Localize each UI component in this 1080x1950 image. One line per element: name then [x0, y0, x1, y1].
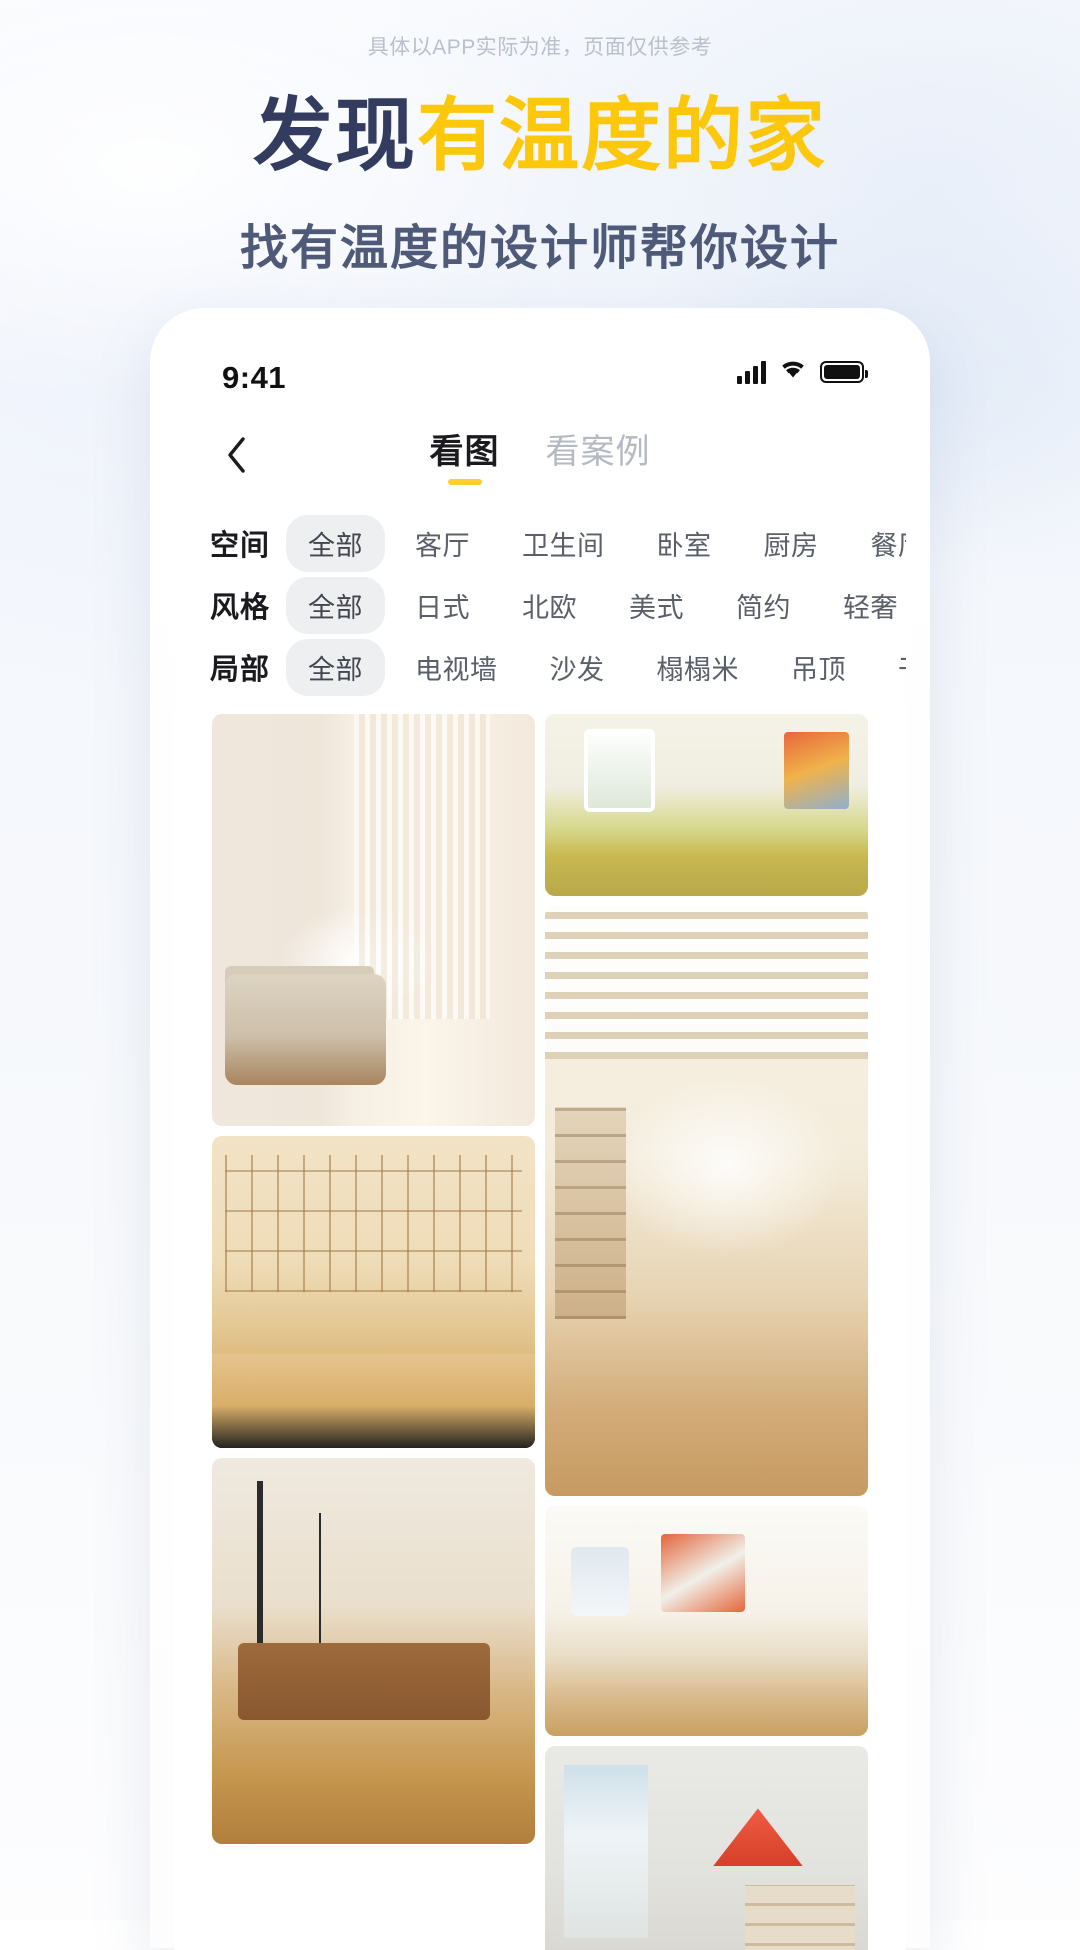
- tab-view-cases[interactable]: 看案例: [546, 424, 651, 487]
- chip-space-living[interactable]: 客厅: [393, 515, 492, 572]
- disclaimer-text: 具体以APP实际为准，页面仅供参考: [367, 36, 713, 59]
- chip-style-all[interactable]: 全部: [286, 576, 386, 634]
- page-title: 发现有温度的家: [0, 96, 1080, 176]
- filter-label-space: 空间: [210, 530, 271, 562]
- chip-style-nordic[interactable]: 北欧: [500, 577, 599, 634]
- chip-style-japanese[interactable]: 日式: [393, 577, 492, 634]
- chip-space-kitchen[interactable]: 厨房: [742, 515, 841, 572]
- white-living-room-art-photo[interactable]: [545, 1506, 868, 1736]
- photo-grid-left-column: [212, 714, 535, 1950]
- filter-label-style: 风格: [210, 592, 271, 624]
- living-room-sofa-curtain-photo[interactable]: [212, 714, 535, 1126]
- status-bar: 9:41: [174, 330, 906, 416]
- loft-bookshelf-round-table-photo[interactable]: [545, 906, 868, 1496]
- promo-page: 具体以APP实际为准，页面仅供参考 发现有温度的家 找有温度的设计师帮你设计 9…: [0, 0, 1080, 1950]
- chip-detail-all[interactable]: 全部: [286, 638, 386, 696]
- red-pendant-lamp-room-photo[interactable]: [545, 1746, 868, 1950]
- chip-style-minimal[interactable]: 简约: [714, 577, 813, 634]
- chip-detail-ceiling[interactable]: 吊顶: [769, 639, 868, 696]
- battery-icon: [820, 360, 868, 383]
- status-bar-clock: 9:41: [222, 360, 287, 395]
- photo-grid-right-column: [545, 714, 868, 1950]
- nav-bar: 看图 看案例: [174, 416, 906, 502]
- page-subtitle: 找有温度的设计师帮你设计: [239, 222, 840, 275]
- chip-space-bedroom[interactable]: 卧室: [635, 515, 734, 572]
- photo-grid: [174, 706, 906, 1950]
- tab-view-photos[interactable]: 看图: [430, 424, 500, 487]
- dining-table-wall-lamp-photo[interactable]: [212, 1458, 535, 1844]
- dining-nook-green-counter-photo[interactable]: [545, 714, 868, 896]
- tab-bar: 看图 看案例: [174, 424, 906, 487]
- chip-detail-tatami[interactable]: 榻榻米: [635, 639, 762, 696]
- chip-style-lightluxury[interactable]: 轻奢: [821, 577, 906, 634]
- signal-icon: [737, 360, 766, 384]
- bookshelf-detail: [745, 1885, 856, 1950]
- status-bar-icons: [737, 358, 868, 385]
- chip-detail-wetdry[interactable]: 干湿: [876, 639, 906, 696]
- filter-panel: 空间 全部 客厅 卫生间 卧室 厨房 餐厅 风格 全部 日式 北欧 美式 简约 …: [174, 502, 906, 706]
- chip-detail-sofa[interactable]: 沙发: [528, 639, 627, 696]
- chip-space-all[interactable]: 全部: [286, 514, 386, 572]
- filter-label-detail: 局部: [210, 654, 271, 686]
- chip-space-bathroom[interactable]: 卫生间: [500, 515, 627, 572]
- chip-style-american[interactable]: 美式: [607, 577, 706, 634]
- filter-row-style: 风格 全部 日式 北欧 美式 简约 轻奢: [174, 574, 906, 636]
- chip-detail-tvwall[interactable]: 电视墙: [393, 639, 520, 696]
- headline-dark-part: 发现: [253, 91, 417, 180]
- headline-gold-part: 有温度的家: [417, 91, 827, 180]
- wifi-icon: [779, 358, 807, 385]
- filter-row-space: 空间 全部 客厅 卫生间 卧室 厨房 餐厅: [174, 512, 906, 574]
- phone-screen: 9:41 看图 看案例 空间 全部 客厅 卫生间 卧室 厨房 餐 风格 全部 日…: [174, 330, 906, 1950]
- kitchen-open-shelving-photo[interactable]: [212, 1136, 535, 1448]
- filter-row-detail: 局部 全部 电视墙 沙发 榻榻米 吊顶 干湿: [174, 636, 906, 698]
- chip-space-dining[interactable]: 餐厅: [849, 515, 906, 572]
